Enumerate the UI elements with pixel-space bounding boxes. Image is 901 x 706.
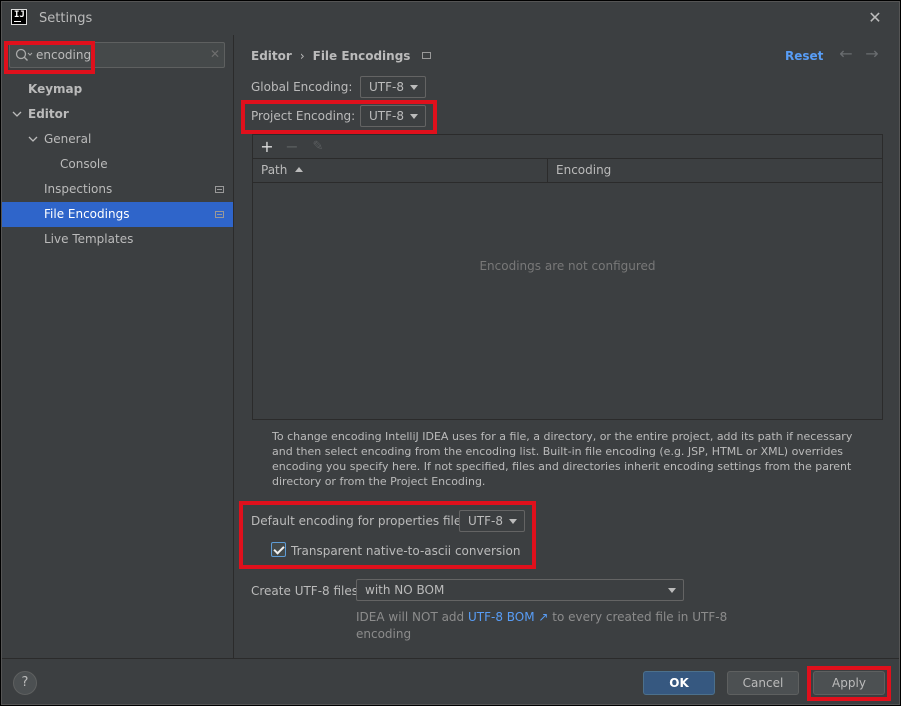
project-encoding-select[interactable]: UTF-8 (360, 105, 426, 127)
edit-icon[interactable]: ✎ (309, 138, 327, 156)
sidebar-item-label: Inspections (44, 182, 113, 196)
column-header-encoding[interactable]: Encoding (548, 159, 882, 182)
empty-table-text: Encodings are not configured (479, 259, 656, 273)
utf8-files-label: Create UTF-8 files: (251, 584, 363, 598)
cancel-button[interactable]: Cancel (727, 671, 799, 695)
chevron-down-icon[interactable] (28, 127, 38, 152)
help-icon[interactable]: ? (13, 671, 37, 695)
breadcrumb-current: File Encodings (312, 49, 411, 63)
breadcrumb-separator: › (299, 49, 305, 63)
sidebar-item-file-encodings[interactable]: File Encodings (2, 202, 233, 227)
bom-hint: IDEA will NOT add UTF-8 BOM ↗ to every c… (356, 609, 736, 643)
sidebar-item-label: Live Templates (44, 232, 134, 246)
settings-window: IJ Settings ✕ ✕ Keymap Editor General Co… (1, 1, 900, 705)
column-label: Path (261, 163, 288, 177)
properties-encoding-select[interactable]: UTF-8 (459, 510, 525, 532)
properties-encoding-value: UTF-8 (468, 514, 503, 528)
dropdown-arrow-icon (410, 85, 418, 90)
column-label: Encoding (556, 163, 612, 177)
table-header: Path Encoding (253, 159, 882, 183)
project-scope-icon (422, 52, 432, 59)
close-icon[interactable]: ✕ (866, 9, 884, 27)
sidebar-item-label: Editor (28, 107, 69, 121)
intellij-app-icon: IJ (11, 9, 27, 25)
search-input[interactable] (36, 46, 186, 64)
dialog-footer: ? OK Cancel Apply (2, 658, 899, 704)
encoding-help-text: To change encoding IntelliJ IDEA uses fo… (272, 430, 853, 488)
title-bar: IJ Settings ✕ (2, 2, 899, 35)
table-toolbar: + − ✎ (253, 135, 882, 159)
add-icon[interactable]: + (258, 138, 276, 156)
native-to-ascii-checkbox[interactable] (271, 542, 286, 557)
remove-icon[interactable]: − (283, 138, 301, 156)
chevron-down-icon[interactable] (12, 102, 22, 127)
reset-link[interactable]: Reset (785, 49, 823, 63)
properties-encoding-label: Default encoding for properties files: (251, 514, 472, 528)
native-to-ascii-label[interactable]: Transparent native-to-ascii conversion (291, 544, 520, 558)
global-encoding-label: Global Encoding: (251, 80, 353, 94)
sidebar-item-console[interactable]: Console (2, 152, 233, 177)
column-header-path[interactable]: Path (253, 159, 548, 182)
apply-button[interactable]: Apply (813, 671, 885, 695)
utf8-files-select[interactable]: with NO BOM (356, 579, 684, 601)
table-body: Encodings are not configured (253, 184, 882, 419)
window-title: Settings (39, 11, 93, 26)
clear-search-icon[interactable]: ✕ (208, 47, 222, 61)
encodings-table: + − ✎ Path Encoding Encodings are not co… (252, 134, 883, 420)
sidebar-item-label: General (44, 132, 92, 146)
app-icon-text: IJ (14, 10, 25, 20)
global-encoding-select[interactable]: UTF-8 (360, 76, 426, 98)
dropdown-arrow-icon (410, 114, 418, 119)
sidebar-item-keymap[interactable]: Keymap (2, 77, 233, 102)
sidebar-item-general[interactable]: General (2, 127, 233, 152)
project-scope-icon (215, 186, 224, 193)
breadcrumb-parent: Editor (251, 49, 292, 63)
global-encoding-value: UTF-8 (369, 80, 404, 94)
dropdown-arrow-icon (509, 519, 517, 524)
file-encodings-panel: Editor › File Encodings Reset ← → Global E… (235, 35, 899, 658)
search-icon (15, 48, 33, 61)
sidebar-item-inspections[interactable]: Inspections (2, 177, 233, 202)
project-scope-icon (215, 211, 224, 218)
sidebar-item-label: File Encodings (44, 207, 130, 221)
utf8-bom-link[interactable]: UTF-8 BOM ↗ (468, 610, 548, 624)
sidebar-item-editor[interactable]: Editor (2, 102, 233, 127)
project-encoding-value: UTF-8 (369, 109, 404, 123)
project-encoding-label: Project Encoding: (251, 109, 356, 123)
settings-sidebar: ✕ Keymap Editor General Console Inspecti… (2, 35, 234, 658)
ok-button[interactable]: OK (643, 671, 715, 695)
sidebar-item-label: Keymap (28, 82, 83, 96)
dropdown-arrow-icon (668, 588, 676, 593)
bom-hint-prefix: IDEA will NOT add (356, 610, 468, 624)
sort-ascending-icon (295, 167, 304, 172)
utf8-files-value: with NO BOM (365, 583, 445, 597)
breadcrumb: Editor › File Encodings (251, 49, 432, 63)
sidebar-item-label: Console (60, 157, 108, 171)
settings-search[interactable]: ✕ (9, 42, 225, 68)
back-arrow-icon[interactable]: ← (837, 45, 855, 63)
forward-arrow-icon[interactable]: → (863, 45, 881, 63)
sidebar-item-live-templates[interactable]: Live Templates (2, 227, 233, 252)
